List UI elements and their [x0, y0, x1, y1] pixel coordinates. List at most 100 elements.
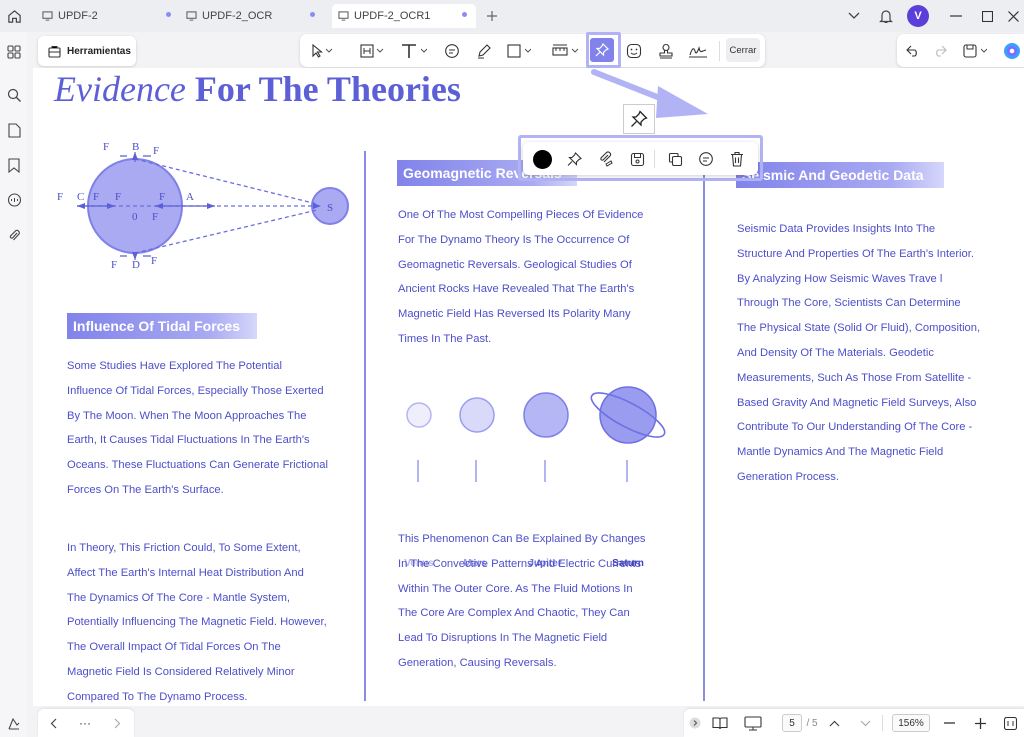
planets-diagram [406, 386, 666, 482]
tools-icon [48, 45, 61, 58]
trash-icon[interactable] [726, 148, 748, 170]
tools-button[interactable]: Herramientas [38, 36, 136, 66]
column-divider [364, 151, 366, 701]
close-window-icon[interactable] [1003, 6, 1023, 26]
comments-icon[interactable] [4, 190, 24, 210]
tab-label: UPDF-2_OCR1 [354, 10, 431, 22]
stamp-icon[interactable] [655, 40, 677, 62]
thumbnails-icon[interactable] [4, 42, 24, 62]
avatar[interactable]: V [907, 5, 929, 27]
text-box-tool[interactable] [358, 40, 386, 62]
tab-updf-2[interactable]: UPDF-2 [40, 4, 175, 28]
save-to-stickers-icon[interactable] [626, 148, 648, 170]
undo-icon[interactable] [903, 40, 923, 62]
page-title: Evidence For The Theories [54, 69, 461, 109]
monitor-icon [338, 11, 349, 21]
paragraph-seismic: Seismic Data Provides Insights Into The … [737, 223, 981, 483]
chevron-right-icon[interactable] [110, 714, 124, 732]
tab-updf-2-ocr1[interactable]: UPDF-2_OCR1 [332, 4, 476, 28]
heading-seismic-geodetic: Seismic And Geodetic Data [736, 162, 944, 188]
title-bar: UPDF-2 UPDF-2_OCR UPDF-2_OCR1 V [0, 0, 1024, 32]
toolbar-divider [654, 150, 655, 168]
toolbar-divider [719, 41, 720, 61]
zoom-out-icon[interactable] [942, 714, 956, 732]
heading-tidal-forces: Influence Of Tidal Forces [67, 313, 257, 339]
label-d: D [132, 259, 140, 271]
page-scroller: ··· [38, 709, 134, 737]
right-toolbar [897, 34, 1024, 67]
tab-updf-2-ocr[interactable]: UPDF-2_OCR [186, 4, 321, 28]
paragraph-geomagnetic-1: One Of The Most Compelling Pieces Of Evi… [398, 209, 644, 345]
tidal-forces-diagram: B F F C F F F F A 0 F D F F S [57, 142, 349, 271]
paragraph-tidal-2: In Theory, This Friction Could, To Some … [67, 542, 327, 703]
text-tool[interactable] [398, 40, 430, 62]
ai-assistant-icon[interactable] [1002, 40, 1022, 62]
left-sidebar [0, 32, 27, 737]
comment-icon[interactable] [695, 148, 717, 170]
label-fg-bottom: F [151, 255, 157, 267]
label-b: B [132, 142, 139, 153]
monitor-icon [186, 11, 197, 21]
collapse-icon[interactable] [688, 714, 702, 732]
home-icon[interactable] [4, 6, 24, 26]
fit-page-icon[interactable] [1002, 714, 1018, 732]
label-fg-top: F [153, 145, 159, 157]
comment-icon[interactable] [441, 40, 463, 62]
signature-icon[interactable] [686, 40, 710, 62]
page-number-input[interactable]: 5 [782, 714, 802, 732]
page-total: / 5 [806, 717, 818, 729]
view-controls: 5 / 5 156% [684, 709, 1024, 737]
chevron-left-icon[interactable] [46, 714, 60, 732]
presentation-icon[interactable] [742, 714, 764, 732]
pin-style-icon[interactable] [563, 148, 585, 170]
minimize-icon[interactable] [946, 6, 966, 26]
label-ft-top: F [103, 142, 109, 153]
more-menu[interactable]: ··· [74, 714, 96, 732]
bell-icon[interactable] [876, 6, 896, 26]
monitor-icon [42, 11, 53, 21]
copy-icon[interactable] [664, 148, 686, 170]
reading-mode-icon[interactable] [710, 714, 730, 732]
redo-icon[interactable] [930, 40, 950, 62]
unsaved-dot [462, 12, 467, 17]
paragraph-tidal-1: Some Studies Have Explored The Potential… [67, 360, 328, 496]
label-s: S [327, 202, 333, 214]
pin-properties-toolbar [523, 142, 758, 175]
label-ft-bottom: F [111, 259, 117, 271]
chevron-down-icon[interactable] [858, 714, 872, 732]
label-ft-left: F [57, 191, 63, 203]
chevron-down-icon[interactable] [844, 6, 864, 26]
guide-arrow [591, 69, 708, 118]
shape-tool[interactable] [505, 40, 539, 62]
search-icon[interactable] [4, 85, 24, 105]
label-fg-left: F [93, 191, 99, 203]
zoom-level[interactable]: 156% [892, 714, 930, 732]
paragraph-geomagnetic-2: This Phenomenon Can Be Explained By Chan… [398, 533, 646, 669]
zoom-in-icon[interactable] [973, 714, 987, 732]
sticker-icon[interactable] [623, 40, 645, 62]
bookmark-icon[interactable] [4, 155, 24, 175]
unsaved-dot [166, 12, 171, 17]
attachment-icon[interactable] [4, 225, 24, 245]
pin-note-marker[interactable] [623, 104, 655, 134]
unsaved-dot [310, 12, 315, 17]
pages-icon[interactable] [4, 120, 24, 140]
color-swatch-black[interactable] [531, 148, 553, 170]
save-icon[interactable] [961, 40, 991, 62]
select-tool[interactable] [308, 40, 336, 62]
label-fr-inner: F [115, 191, 121, 203]
label-fg-center: F [152, 211, 158, 223]
label-a: A [186, 191, 194, 203]
tab-label: UPDF-2_OCR [202, 10, 273, 22]
chevron-up-icon[interactable] [827, 714, 841, 732]
close-annotation-button[interactable]: Cerrar [726, 38, 760, 62]
divider [882, 715, 883, 731]
feature-icon[interactable] [4, 714, 24, 734]
label-zero: 0 [132, 211, 138, 223]
maximize-icon[interactable] [977, 6, 997, 26]
new-tab-icon[interactable] [482, 6, 502, 26]
measure-tool[interactable] [550, 40, 584, 62]
tab-label: UPDF-2 [58, 10, 98, 22]
highlight-pen-icon[interactable] [473, 40, 495, 62]
attach-pen-icon[interactable] [594, 148, 616, 170]
